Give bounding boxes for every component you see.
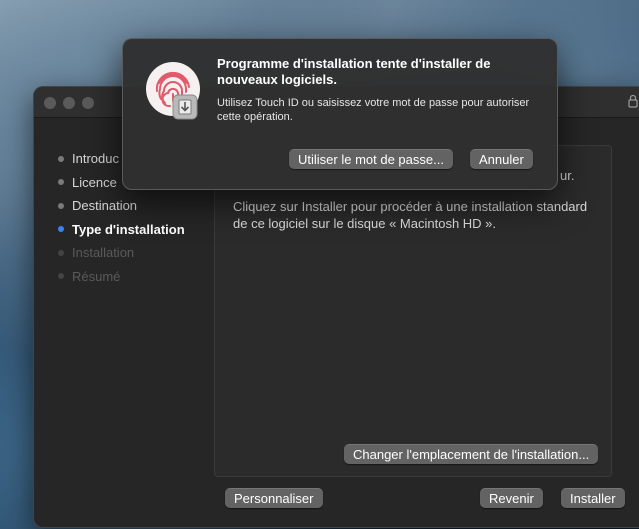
cancel-button[interactable]: Annuler <box>470 149 533 169</box>
minimize-window-button[interactable] <box>63 97 75 109</box>
step-installation: Installation <box>34 241 214 265</box>
customize-button[interactable]: Personnaliser <box>225 488 323 508</box>
step-label: Introduc <box>72 151 119 167</box>
dialog-message: Utilisez Touch ID ou saisissez votre mot… <box>217 97 530 123</box>
install-description: Cliquez sur Installer pour procéder à un… <box>233 199 588 231</box>
step-dot-active <box>58 226 64 233</box>
content-panel: ur. Cliquez sur Installer pour procéder … <box>214 145 612 477</box>
step-dot <box>58 202 64 209</box>
step-label: Type d'installation <box>72 221 185 237</box>
step-label: Installation <box>72 245 135 261</box>
dialog-title: Programme d'installation tente d'install… <box>217 56 491 87</box>
step-label: Destination <box>72 198 138 214</box>
partial-heading-text: ur. <box>560 168 575 183</box>
installer-package-icon <box>172 94 198 120</box>
step-dot <box>58 273 64 280</box>
step-dot <box>58 155 64 162</box>
back-button[interactable]: Revenir <box>480 488 543 508</box>
step-dot <box>58 249 64 256</box>
close-window-button[interactable] <box>44 97 56 109</box>
step-installation-type: Type d'installation <box>34 218 214 242</box>
change-location-button[interactable]: Changer l'emplacement de l'installation.… <box>344 444 599 464</box>
install-button[interactable]: Installer <box>561 488 625 508</box>
step-destination: Destination <box>34 194 214 218</box>
step-dot <box>58 179 64 186</box>
step-summary: Résumé <box>34 265 214 289</box>
touch-id-dialog: Programme d'installation tente d'install… <box>122 38 558 190</box>
step-label: Licence <box>72 174 117 190</box>
step-label: Résumé <box>72 268 121 284</box>
zoom-window-button[interactable] <box>82 97 94 109</box>
lock-icon <box>628 94 638 108</box>
use-password-button[interactable]: Utiliser le mot de passe... <box>289 149 453 169</box>
